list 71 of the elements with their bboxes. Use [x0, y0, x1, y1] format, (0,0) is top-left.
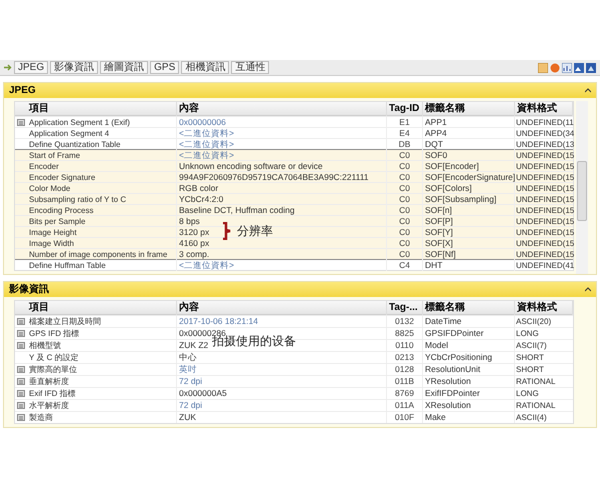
annotation-text: 分辨率 — [237, 225, 273, 237]
table-cell-text: SHORT — [515, 364, 545, 375]
section-title: JPEG — [9, 86, 36, 96]
tab[interactable]: 繪圖資訊 — [100, 61, 148, 74]
table-row[interactable]: Start of Frame <二進位資料> C0 SOF0 UNDEFINED(15 — [15, 149, 573, 160]
table-cell: C4 — [387, 260, 423, 271]
table-cell: UNDEFINED(15 — [515, 183, 573, 194]
table-cell: UNDEFINED(15 — [515, 194, 573, 205]
table-cell: 製造商 — [27, 412, 177, 423]
scrollbar[interactable] — [576, 101, 588, 274]
table-cell: ZUK — [177, 412, 387, 423]
table-cell-text: ASCII(20) — [515, 316, 552, 327]
section-header[interactable]: JPEG — [4, 83, 596, 98]
table-cell: UNDEFINED(15 — [515, 161, 573, 172]
table-row[interactable]: 垂直解析度 72 dpi 011B YResolution RATIONAL — [15, 375, 573, 387]
tab[interactable]: 影像資訊 — [50, 61, 98, 74]
table-cell-text: RATIONAL — [515, 400, 556, 411]
table-row[interactable]: Subsampling ratio of Y to C YCbCr4:2:0 C0 SOF[Subsampling] UNDEFINED(15 — [15, 193, 573, 204]
chart-icon[interactable] — [562, 62, 572, 72]
table-row[interactable]: Number of image components in frame 3 comp. C0 SOF[Nf] UNDEFINED(15 — [15, 248, 573, 259]
table-cell: UNDEFINED(15 — [515, 172, 573, 183]
table-cell-text: ASCII(4) — [515, 412, 548, 423]
collapse-icon — [585, 88, 591, 93]
table-cell: UNDEFINED(15 — [515, 238, 573, 249]
table-row[interactable]: 水平解析度 72 dpi 011A XResolution RATIONAL — [15, 399, 573, 411]
tab[interactable]: GPS — [150, 61, 180, 74]
tab[interactable]: JPEG — [14, 61, 48, 74]
table-cell: Make — [423, 412, 515, 423]
table-cell: Define Huffman Table — [27, 260, 177, 271]
table-cell: UNDEFINED(13 — [515, 139, 573, 150]
table-cell: 010F — [387, 412, 423, 423]
collapse-icon — [585, 287, 591, 292]
table-row[interactable]: 實際高的單位 英吋 0128 ResolutionUnit SHORT — [15, 363, 573, 375]
table-row[interactable]: Application Segment 4 <二進位資料> E4 APP4 UNDEFINED(34 — [15, 127, 573, 138]
table-row[interactable]: 檔案建立日期及時間 2017-10-06 18:21:14 0132 DateTime ASCII(20) — [15, 315, 573, 327]
table-row[interactable]: Application Segment 1 (Exif) 0x00000006 E1 APP1 UNDEFINED(11 — [15, 116, 573, 127]
table-row[interactable]: Encoder Signature 994A9F2060976D95719CA7064BE3A99C:221111 C0 SOF[EncoderSignature]UNDEFINED(15 — [15, 171, 573, 182]
table-cell: UNDEFINED(15 — [515, 150, 573, 161]
table-row[interactable]: Define Huffman Table <二進位資料> C4 DHT UNDEFINED(41 — [15, 259, 573, 270]
table-cell-text: RATIONAL — [515, 376, 556, 387]
tab[interactable]: 互通性 — [231, 61, 270, 74]
table-row[interactable]: Image Width 4160 px C0 SOF[X] UNDEFINED(15 — [15, 237, 573, 248]
table-cell: UNDEFINED(11 — [515, 117, 573, 128]
scrollbar-thumb[interactable] — [577, 161, 587, 221]
section-header[interactable]: 影像資訊 — [4, 282, 596, 297]
table-row[interactable]: Encoder Unknown encoding software or device C0 SOF[Encoder] UNDEFINED(15 — [15, 160, 573, 171]
table-cell: DHT — [423, 260, 515, 271]
table-cell: UNDEFINED(34 — [515, 128, 573, 139]
table-row[interactable]: Color Mode RGB color C0 SOF[Colors] UNDEFINED(15 — [15, 182, 573, 193]
table-cell: UNDEFINED(15 — [515, 216, 573, 227]
table-cell: UNDEFINED(15 — [515, 227, 573, 238]
toolbar-icon[interactable] — [538, 62, 548, 72]
table-row[interactable]: Y 及 C 的設定 中心 0213 YCbCrPositioning SHORT — [15, 351, 573, 363]
table-row[interactable]: Define Quantization Table <二進位資料> DB DQT UNDEFINED(13 — [15, 138, 573, 149]
table-cell: UNDEFINED(15 — [515, 205, 573, 216]
table-cell: <二進位資料> — [177, 260, 387, 271]
arrow-icon[interactable] — [4, 64, 12, 71]
table-cell-text: LONG — [515, 328, 540, 339]
tab[interactable]: 相機資訊 — [181, 61, 230, 74]
table-cell-text: ASCII(7) — [515, 340, 548, 351]
table-row[interactable]: Exif IFD 指標 0x000000A5 8769 ExifIFDPointer LONG — [15, 387, 573, 399]
table-cell-text: SHORT — [515, 352, 545, 363]
table-row[interactable]: 製造商 ZUK 010F Make ASCII(4) — [15, 411, 573, 423]
picture-icon[interactable] — [574, 62, 584, 72]
table-row[interactable]: Bits per Sample 8 bps C0 SOF[P] UNDEFINED(15 — [15, 215, 573, 226]
table-cell: UNDEFINED(15 — [515, 249, 573, 260]
picture-icon[interactable] — [586, 62, 596, 72]
table-cell: UNDEFINED(41 — [515, 260, 573, 271]
section-title: 影像資訊 — [9, 284, 49, 294]
table-row[interactable]: Encoding Process Baseline DCT, Huffman coding C0 SOF[n] UNDEFINED(15 — [15, 204, 573, 215]
table-cell-text: LONG — [515, 388, 540, 399]
